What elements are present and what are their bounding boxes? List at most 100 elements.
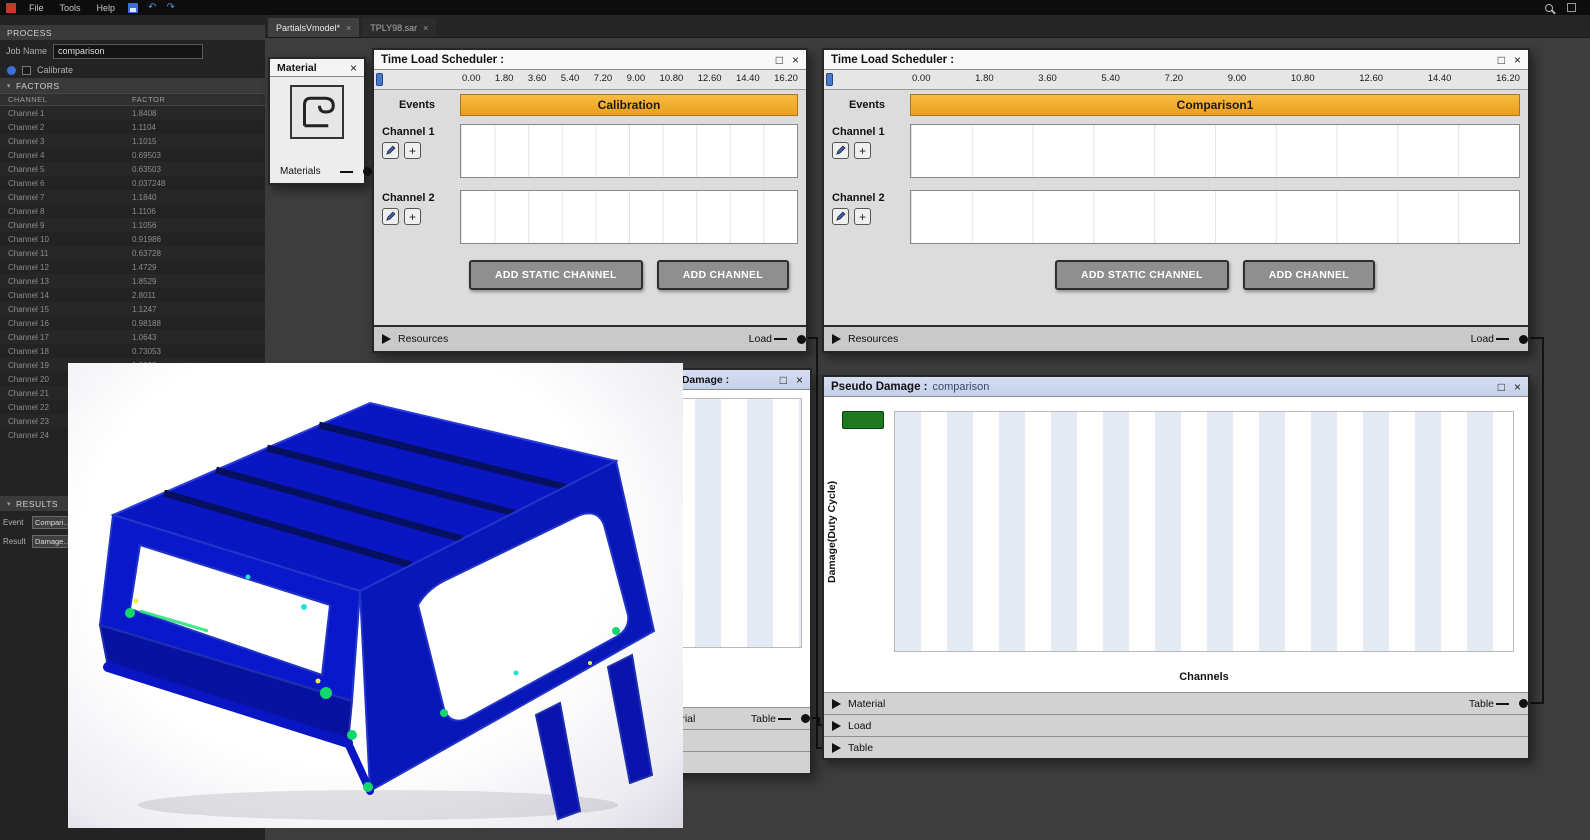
ruler-scroll-handle[interactable] (826, 73, 833, 86)
load-output-port[interactable] (1519, 335, 1528, 344)
close-icon[interactable]: × (1514, 54, 1521, 66)
material-input-port[interactable] (832, 699, 841, 709)
add-static-channel-button[interactable]: ADD STATIC CHANNEL (469, 260, 643, 290)
tab-partials-model[interactable]: PartialsVmodel* × (268, 18, 359, 37)
maximize-icon[interactable]: □ (1498, 381, 1505, 393)
materials-output-port[interactable] (363, 167, 372, 176)
maximize-icon[interactable]: □ (780, 374, 787, 386)
window-layout-icon[interactable] (1567, 3, 1576, 12)
connection-wire[interactable] (1530, 702, 1544, 704)
connection-wire[interactable] (1542, 337, 1544, 704)
close-icon[interactable]: × (1514, 381, 1521, 393)
redo-icon[interactable]: ↷ (166, 3, 174, 13)
menu-file[interactable]: File (26, 3, 47, 13)
factors-table-row[interactable]: Channel 81.1106 (0, 204, 265, 218)
event-banner[interactable]: Calibration (460, 94, 798, 116)
table-output-port[interactable] (801, 714, 810, 723)
table-out-label: Table (1469, 698, 1494, 710)
table-output-port[interactable] (1519, 699, 1528, 708)
window-title: Pseudo Damage : (831, 381, 928, 393)
factors-table-row[interactable]: Channel 180.73053 (0, 344, 265, 358)
factors-table-row[interactable]: Channel 131.8529 (0, 274, 265, 288)
maximize-icon[interactable]: □ (1498, 54, 1505, 66)
factors-table-row[interactable]: Channel 142.8011 (0, 288, 265, 302)
tab-tply98[interactable]: TPLY98.sar × (362, 18, 436, 37)
factors-table-row[interactable]: Channel 110.63728 (0, 246, 265, 260)
edit-channel-button[interactable] (832, 208, 849, 225)
add-load-button[interactable]: + (404, 142, 421, 159)
window-titlebar[interactable]: Time Load Scheduler : □ × (374, 50, 806, 70)
factors-table-row[interactable]: Channel 91.1056 (0, 218, 265, 232)
close-icon[interactable]: × (350, 62, 357, 74)
factors-table-row[interactable]: Channel 160.98188 (0, 316, 265, 330)
tab-label: TPLY98.sar (370, 23, 417, 33)
factors-table-row[interactable]: Channel 21.1104 (0, 120, 265, 134)
close-icon[interactable]: × (796, 374, 803, 386)
table-cell: 0.98188 (128, 319, 265, 328)
close-icon[interactable]: × (792, 54, 799, 66)
search-icon[interactable] (1545, 4, 1553, 12)
window-titlebar[interactable]: Material × (270, 59, 364, 77)
window-titlebar[interactable]: Time Load Scheduler : □ × (824, 50, 1528, 70)
event-banner[interactable]: Comparison1 (910, 94, 1520, 116)
time-tick: 16.20 (774, 73, 798, 84)
factors-table-row[interactable]: Channel 11.8408 (0, 106, 265, 120)
factors-table-row[interactable]: Channel 31.1015 (0, 134, 265, 148)
process-section-header[interactable]: PROCESS (0, 25, 265, 40)
ruler-scroll-handle[interactable] (376, 73, 383, 86)
factors-table-row[interactable]: Channel 121.4729 (0, 260, 265, 274)
table-input-port[interactable] (832, 743, 841, 753)
factors-table-row[interactable]: Channel 71.1840 (0, 190, 265, 204)
factors-table-row[interactable]: Channel 171.0643 (0, 330, 265, 344)
factors-table-row[interactable]: Channel 50.63503 (0, 162, 265, 176)
output-wire-stub (774, 338, 787, 340)
factors-table-row[interactable]: Channel 40.69503 (0, 148, 265, 162)
menu-tools[interactable]: Tools (57, 3, 84, 13)
edit-channel-button[interactable] (832, 142, 849, 159)
resources-input-port[interactable] (832, 334, 841, 344)
close-tab-icon[interactable]: × (346, 23, 351, 33)
connection-wire[interactable] (816, 337, 818, 749)
maximize-icon[interactable]: □ (776, 54, 783, 66)
app-logo-icon[interactable] (6, 3, 16, 13)
add-load-button[interactable]: + (854, 142, 871, 159)
save-icon[interactable] (128, 3, 138, 13)
time-tick: 1.80 (495, 73, 514, 84)
factors-section-header[interactable]: ▾ FACTORS (0, 78, 265, 93)
table-out-label: Table (751, 713, 776, 725)
calibrate-radio-icon[interactable] (7, 66, 16, 75)
add-channel-button[interactable]: ADD CHANNEL (657, 260, 789, 290)
damage-target-handle[interactable] (842, 411, 884, 429)
time-tick: 0.00 (912, 73, 931, 84)
table-cell: 0.73053 (128, 347, 265, 356)
add-static-channel-button[interactable]: ADD STATIC CHANNEL (1055, 260, 1229, 290)
edit-channel-button[interactable] (382, 142, 399, 159)
material-port-label: Material (848, 698, 885, 710)
add-load-button[interactable]: + (404, 208, 421, 225)
factors-table-row[interactable]: Channel 60.037248 (0, 176, 265, 190)
events-column-header: Events (374, 99, 460, 111)
load-output-port[interactable] (797, 335, 806, 344)
calibrate-checkbox[interactable] (22, 66, 31, 75)
tab-label: PartialsVmodel* (276, 23, 340, 33)
close-tab-icon[interactable]: × (423, 23, 428, 33)
job-name-input[interactable] (53, 44, 203, 59)
edit-channel-button[interactable] (382, 208, 399, 225)
factors-table-row[interactable]: Channel 100.91986 (0, 232, 265, 246)
undo-icon[interactable]: ↶ (148, 3, 156, 13)
add-load-button[interactable]: + (854, 208, 871, 225)
results-title: RESULTS (16, 499, 58, 509)
material-roll-icon (292, 87, 342, 137)
3d-fea-model-viewport[interactable] (68, 363, 683, 828)
window-titlebar[interactable]: Pseudo Damage : comparison □ × (824, 377, 1528, 397)
factors-table-row[interactable]: Channel 151.1247 (0, 302, 265, 316)
job-name-label: Job Name (6, 46, 47, 56)
resources-input-port[interactable] (382, 334, 391, 344)
y-axis-ticks (838, 411, 890, 652)
add-channel-button[interactable]: ADD CHANNEL (1243, 260, 1375, 290)
material-icon-button[interactable] (290, 85, 344, 139)
menu-help[interactable]: Help (94, 3, 119, 13)
window-title-name: comparison (933, 381, 990, 393)
load-input-port[interactable] (832, 721, 841, 731)
channel-column-header: CHANNEL (0, 95, 128, 104)
